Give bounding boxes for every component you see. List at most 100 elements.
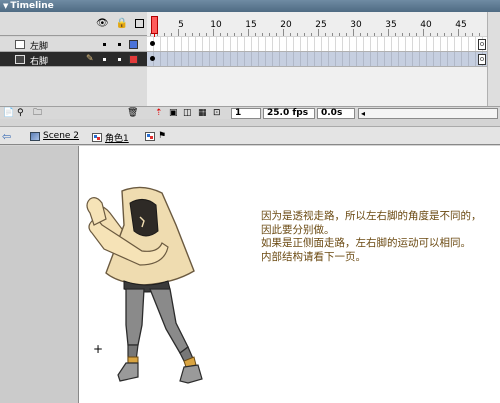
- add-motion-guide-icon[interactable]: ⚲: [17, 108, 24, 119]
- ruler-tick: [381, 33, 382, 36]
- ruler-tick: [353, 29, 354, 36]
- ruler-tick: [430, 33, 431, 36]
- ruler-tick: [318, 29, 319, 36]
- ruler-number: 40: [420, 20, 432, 30]
- ruler-tick: [206, 33, 207, 36]
- onion-markers-icon[interactable]: ⊡: [213, 108, 221, 119]
- layer-row-right-foot[interactable]: 右脚 ✎: [0, 52, 147, 67]
- scene-icon: [30, 131, 40, 141]
- ruler-tick: [178, 29, 179, 36]
- outline-color-box[interactable]: [129, 55, 138, 64]
- frame-ruler[interactable]: 5101520253035404550: [147, 12, 500, 36]
- ruler-number: 25: [315, 20, 327, 30]
- ruler-tick: [409, 33, 410, 36]
- ruler-tick: [374, 33, 375, 36]
- ruler-tick: [360, 33, 361, 36]
- ruler-tick: [472, 33, 473, 36]
- ruler-tick: [269, 33, 270, 36]
- ruler-tick: [332, 33, 333, 36]
- ruler-tick: [423, 29, 424, 36]
- ruler-tick: [199, 33, 200, 36]
- explanation-note: 因为是透视走路，所以左右脚的角度是不同的， 因此要分别做。 如果是正侧面走路，左…: [261, 210, 482, 264]
- ruler-tick: [388, 29, 389, 36]
- ruler-tick: [451, 33, 452, 36]
- center-frame-icon[interactable]: ⇡: [155, 108, 163, 119]
- layer-row-left-foot[interactable]: 左脚: [0, 37, 147, 52]
- ruler-number: 5: [178, 20, 184, 30]
- ruler-number: 15: [245, 20, 257, 30]
- onion-outlines-icon[interactable]: ◫: [183, 108, 192, 119]
- ruler-tick: [241, 33, 242, 36]
- collapse-arrow-icon[interactable]: ▼: [3, 0, 8, 12]
- layer-header-icons: 👁 🔒: [96, 18, 145, 29]
- ruler-tick: [290, 33, 291, 36]
- ruler-tick: [192, 33, 193, 36]
- ruler-number: 30: [350, 20, 362, 30]
- ruler-tick: [220, 33, 221, 36]
- ruler-tick: [304, 33, 305, 36]
- layer-icon: [15, 55, 25, 64]
- timeline-vertical-scrollbar[interactable]: [487, 12, 500, 106]
- timeline-status-bar: 📄 ⚲ 🗀 🗑 ⇡ ▣ ◫ ▦ ⊡ 1 25.0 fps 0.0s ◂: [0, 106, 500, 119]
- keyframe[interactable]: [150, 56, 155, 61]
- frame-row[interactable]: o: [147, 37, 487, 52]
- timeline-titlebar[interactable]: ▼ Timeline: [0, 0, 500, 12]
- delete-layer-icon[interactable]: 🗑: [127, 108, 138, 119]
- elapsed-time-field: 0.0s: [317, 108, 355, 119]
- frame-grid[interactable]: o o: [147, 37, 487, 106]
- eye-icon[interactable]: 👁: [96, 18, 109, 29]
- frame-row[interactable]: o: [147, 52, 487, 67]
- outline-color-box[interactable]: [129, 40, 138, 49]
- layer-icon: [15, 40, 25, 49]
- ruler-tick: [367, 33, 368, 36]
- onion-skin-icon[interactable]: ▣: [169, 108, 178, 119]
- lock-dot-icon[interactable]: [118, 43, 121, 46]
- frame-end-icon: o: [478, 54, 486, 65]
- lock-dot-icon[interactable]: [118, 58, 121, 61]
- ruler-tick: [171, 33, 172, 36]
- symbol-icon: [92, 133, 102, 142]
- ruler-tick: [283, 29, 284, 36]
- insert-layer-icon[interactable]: 📄: [3, 108, 14, 119]
- lock-icon[interactable]: 🔒: [116, 18, 128, 29]
- character-illustration: [86, 186, 203, 384]
- frame-rate-field[interactable]: 25.0 fps: [263, 108, 315, 119]
- layer-name: 左脚: [30, 42, 49, 52]
- flag-icon: ⚑: [158, 131, 167, 141]
- scene-link[interactable]: Scene 2: [43, 131, 79, 141]
- ruler-number: 35: [385, 20, 397, 30]
- ruler-tick: [185, 33, 186, 36]
- ruler-tick: [297, 33, 298, 36]
- ruler-tick: [276, 33, 277, 36]
- insert-folder-icon[interactable]: 🗀: [33, 108, 42, 119]
- outline-icon[interactable]: [135, 19, 145, 28]
- note-line: 如果是正侧面走路，左右脚的运动可以相同。: [261, 237, 471, 250]
- symbol-icon: [145, 131, 155, 141]
- symbol-link[interactable]: 角色1: [105, 131, 129, 144]
- ruler-tick: [465, 33, 466, 36]
- keyframe[interactable]: [150, 41, 155, 46]
- ruler-tick: [395, 33, 396, 36]
- breadcrumb-symbol[interactable]: 角色1: [92, 131, 129, 144]
- ruler-tick: [234, 33, 235, 36]
- back-arrow-icon[interactable]: ⇦: [2, 130, 11, 143]
- ruler-tick: [164, 33, 165, 36]
- pencil-icon: ✎: [86, 54, 94, 64]
- ruler-tick: [346, 33, 347, 36]
- playhead[interactable]: [151, 16, 158, 34]
- panel-title: Timeline: [10, 1, 54, 11]
- frame-end-icon: o: [478, 39, 486, 50]
- timeline-horizontal-scrollbar[interactable]: ◂: [358, 108, 498, 119]
- visibility-dot-icon[interactable]: [103, 58, 106, 61]
- ruler-tick: [444, 33, 445, 36]
- ruler-tick: [227, 33, 228, 36]
- ruler-tick: [416, 33, 417, 36]
- ruler-tick: [479, 33, 480, 36]
- ruler-number: 45: [455, 20, 467, 30]
- breadcrumb-current[interactable]: ⚑: [145, 131, 166, 141]
- breadcrumb-scene[interactable]: Scene 2: [30, 131, 79, 141]
- registration-point-icon: +: [93, 342, 104, 356]
- edit-multiple-frames-icon[interactable]: ▦: [198, 108, 207, 119]
- scroll-left-arrow-icon[interactable]: ◂: [361, 109, 365, 118]
- visibility-dot-icon[interactable]: [103, 43, 106, 46]
